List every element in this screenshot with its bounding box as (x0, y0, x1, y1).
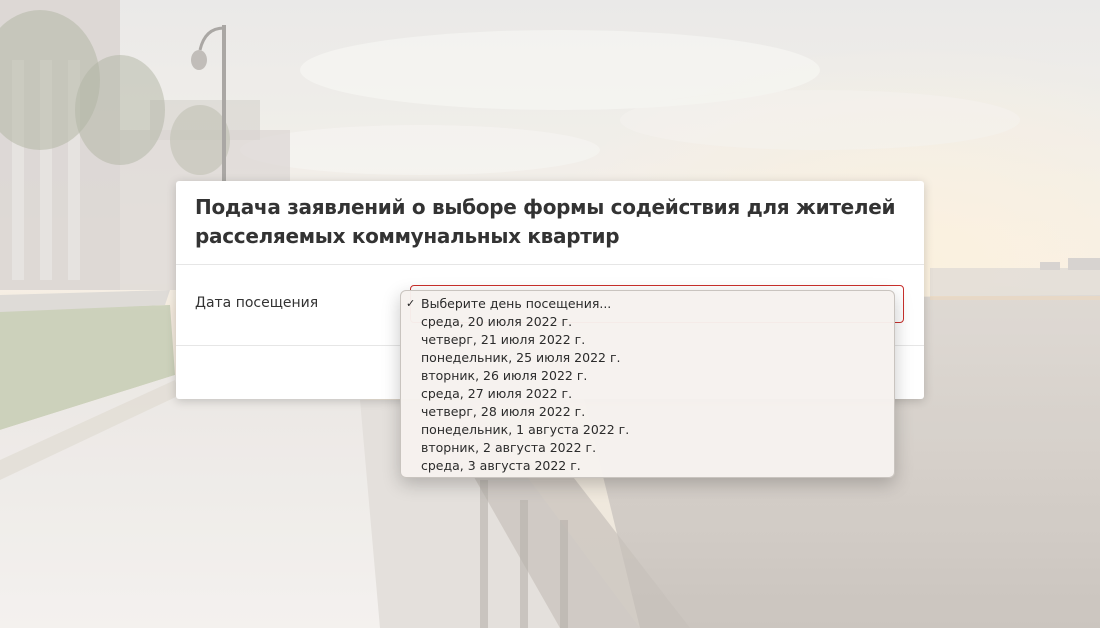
option-label: четверг, 28 июля 2022 г. (421, 404, 586, 419)
option-label: понедельник, 25 июля 2022 г. (421, 350, 621, 365)
dropdown-option[interactable]: среда, 3 августа 2022 г. (401, 457, 894, 475)
checkmark-icon: ✓ (406, 297, 416, 310)
dropdown-option[interactable]: вторник, 26 июля 2022 г. (401, 367, 894, 385)
dropdown-option[interactable]: понедельник, 25 июля 2022 г. (401, 349, 894, 367)
dropdown-option[interactable]: среда, 27 июля 2022 г. (401, 385, 894, 403)
option-label: вторник, 2 августа 2022 г. (421, 440, 597, 455)
option-label: Выберите день посещения... (421, 296, 612, 311)
dropdown-option[interactable]: среда, 20 июля 2022 г. (401, 313, 894, 331)
visit-date-label: Дата посещения (195, 295, 319, 311)
form-header: Подача заявлений о выборе формы содейств… (176, 181, 924, 265)
dropdown-option[interactable]: ✓ Выберите день посещения... (401, 295, 894, 313)
dropdown-option[interactable]: вторник, 2 августа 2022 г. (401, 439, 894, 457)
option-label: вторник, 26 июля 2022 г. (421, 368, 588, 383)
visit-date-dropdown: ✓ Выберите день посещения... среда, 20 и… (400, 290, 895, 478)
dropdown-option[interactable]: четверг, 21 июля 2022 г. (401, 331, 894, 349)
dropdown-option[interactable]: понедельник, 1 августа 2022 г. (401, 421, 894, 439)
option-label: четверг, 21 июля 2022 г. (421, 332, 586, 347)
option-label: среда, 3 августа 2022 г. (421, 458, 581, 473)
dropdown-option[interactable]: четверг, 28 июля 2022 г. (401, 403, 894, 421)
option-label: понедельник, 1 августа 2022 г. (421, 422, 630, 437)
option-label: среда, 27 июля 2022 г. (421, 386, 573, 401)
page-title: Подача заявлений о выборе формы содейств… (195, 195, 896, 248)
option-label: среда, 20 июля 2022 г. (421, 314, 573, 329)
